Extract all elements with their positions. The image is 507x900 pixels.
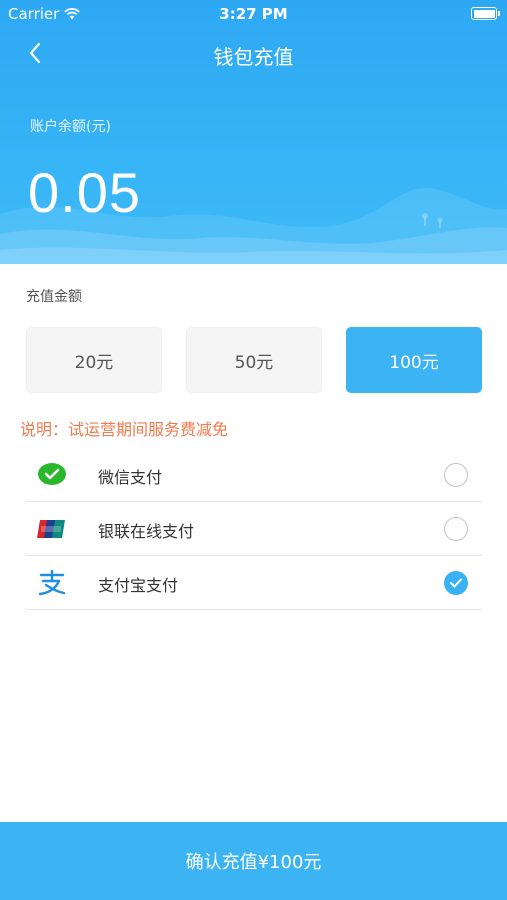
payment-method-label: 微信支付 (98, 468, 163, 487)
balance-label: 账户余额(元) (30, 119, 111, 135)
wechat-pay-icon (36, 461, 68, 489)
unionpay-icon (36, 515, 68, 543)
radio-unchecked-icon[interactable] (444, 517, 468, 541)
battery-icon (471, 7, 500, 20)
payment-method-label: 支付宝支付 (98, 576, 179, 595)
amount-option-100[interactable]: 100元 (346, 327, 482, 393)
amount-options: 20元 50元 100元 (26, 327, 482, 393)
page-title: 钱包充值 (213, 45, 294, 69)
amount-option-50[interactable]: 50元 (186, 327, 322, 393)
navigation-bar: 钱包充值 (0, 28, 507, 78)
alipay-icon (36, 569, 68, 597)
radio-checked-icon[interactable] (444, 571, 468, 595)
radio-unchecked-icon[interactable] (444, 463, 468, 487)
status-bar: Carrier 3:27 PM (0, 0, 507, 28)
payment-method-list: 微信支付 银联在线支付 支付宝支付 (26, 448, 482, 610)
wallet-header: Carrier 3:27 PM 钱包充值 账户余额(元) 0.05 (0, 0, 507, 264)
balance-value: 0.05 (28, 161, 141, 224)
recharge-amount-label: 充值金额 (26, 289, 82, 305)
payment-method-wechat[interactable]: 微信支付 (26, 448, 482, 502)
status-time: 3:27 PM (219, 5, 288, 23)
payment-method-alipay[interactable]: 支付宝支付 (26, 556, 482, 610)
payment-method-unionpay[interactable]: 银联在线支付 (26, 502, 482, 556)
confirm-recharge-button[interactable]: 确认充值¥100元 (0, 822, 507, 900)
service-fee-notice: 说明：试运营期间服务费减免 (20, 420, 229, 439)
payment-method-label: 银联在线支付 (98, 522, 195, 541)
amount-option-20[interactable]: 20元 (26, 327, 162, 393)
